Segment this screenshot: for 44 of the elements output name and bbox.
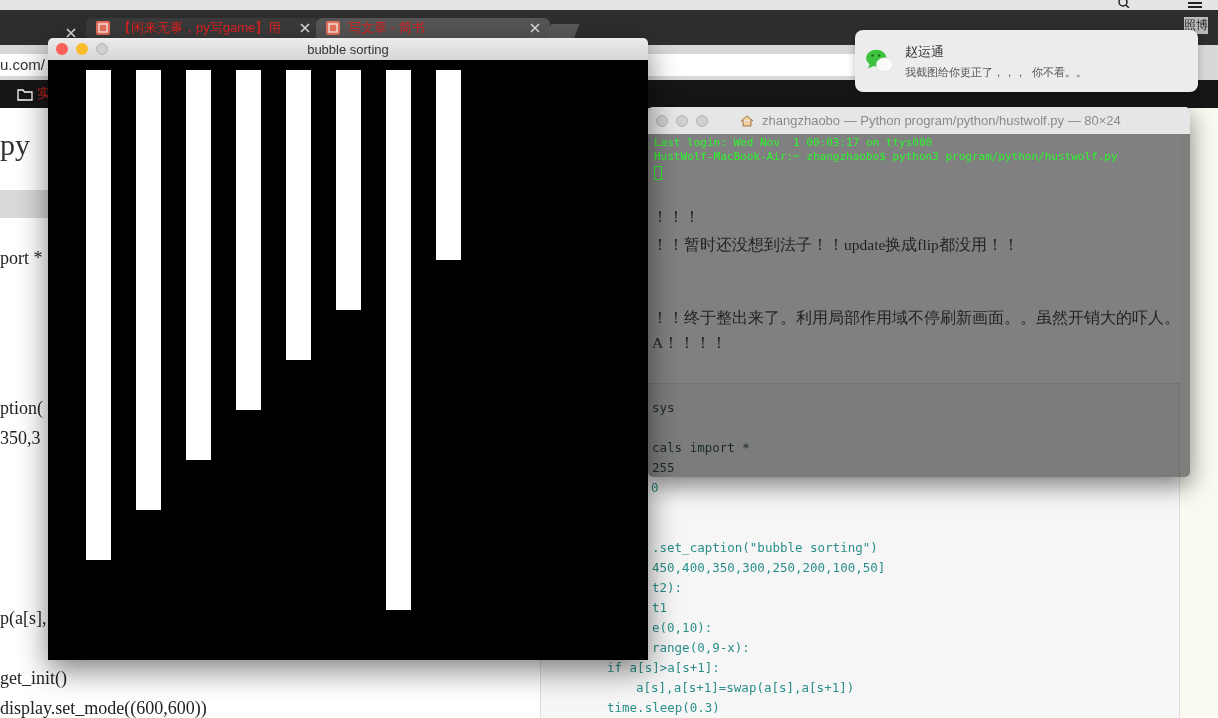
article-text: 350,3: [0, 428, 41, 449]
code-line: if a[s]>a[s+1]:: [607, 660, 720, 675]
terminal-text: HustWolf-MacBook-Air:~ zhangzhaobo$ python3 program/python/hustwolf.py: [654, 150, 1118, 164]
window-title: bubble sorting: [307, 41, 389, 57]
article-text: p(a[s],: [0, 608, 47, 629]
code-line: 255: [652, 460, 675, 475]
favicon-icon: [96, 21, 110, 35]
article-text: ption(: [0, 398, 43, 419]
article-text: port *: [0, 248, 43, 269]
paragraph-text: ！！暂时还没想到法子！！update换成flip都没用！！: [652, 235, 1019, 255]
notification-card[interactable]: 赵运通 我截图给你更正了，，， 你不看。。: [855, 30, 1198, 92]
paragraph-text: ！！！: [652, 207, 700, 227]
code-line: time.sleep(0.3): [607, 700, 720, 715]
code-line: 0: [651, 480, 659, 495]
notification-message: 我截图给你更正了，，， 你不看。。: [905, 64, 1088, 80]
paragraph-text: ！！终于整出来了。利用局部作用域不停刷新画面。。虽然开销大的吓人。: [652, 308, 1180, 328]
notification-sender: 赵运通: [905, 42, 945, 61]
code-line: a[s],a[s+1]=swap(a[s],a[s+1]): [636, 680, 855, 695]
cursor-icon: [654, 166, 662, 180]
close-icon[interactable]: [300, 23, 310, 33]
close-icon[interactable]: [66, 28, 76, 38]
code-line: 450,400,350,300,250,200,100,50]: [652, 560, 886, 575]
code-line: .set_caption("bubble sorting"): [652, 540, 878, 555]
article-text: get_init(): [0, 668, 67, 689]
code-line: t2):: [652, 580, 683, 595]
home-icon: [740, 114, 754, 127]
code-line: sys: [652, 400, 675, 415]
browser-tab[interactable]: 写文章 - 简书: [316, 18, 550, 38]
window-title: zhangzhaobo — Python program/python/hustwolf.py — 80×24: [762, 113, 1121, 128]
menu-icon[interactable]: [1188, 0, 1202, 8]
code-line: range(0,9-x):: [652, 640, 750, 655]
paragraph-text: A！！！！: [652, 333, 728, 353]
code-line: e(0,10):: [652, 620, 713, 635]
folder-icon[interactable]: [17, 87, 33, 101]
search-icon[interactable]: [1118, 0, 1130, 8]
close-icon[interactable]: [530, 23, 540, 33]
favicon-icon: [326, 21, 340, 35]
terminal-text: Last login: Wed Nov 1 00:03:17 on ttys000: [654, 136, 933, 150]
browser-tab[interactable]: 【闲来无事，py写game】用: [86, 18, 320, 38]
code-line: t1: [652, 600, 668, 615]
chat-bubbles-icon: [865, 48, 895, 74]
code-line: cals import *: [652, 440, 750, 455]
article-text: display.set_mode((600,600)): [0, 698, 207, 718]
article-heading: py: [0, 128, 30, 162]
